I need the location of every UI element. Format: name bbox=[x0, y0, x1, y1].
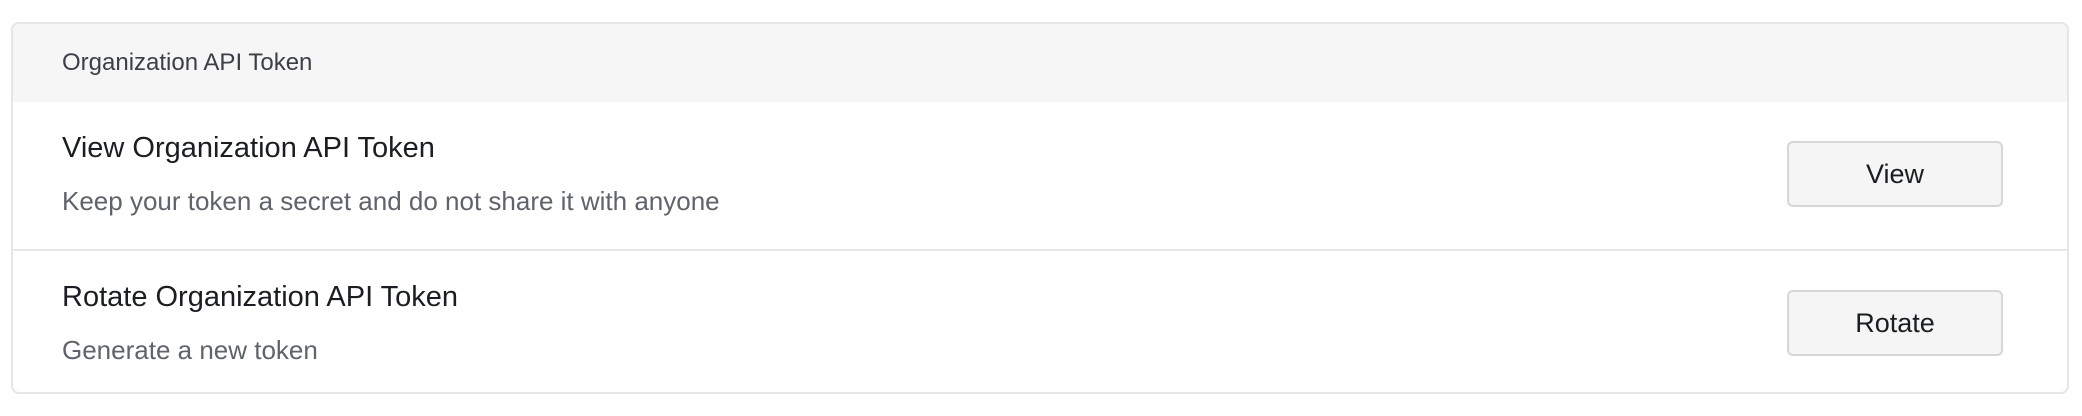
panel-header: Organization API Token bbox=[13, 24, 2067, 102]
api-token-panel: Organization API Token View Organization… bbox=[11, 22, 2069, 394]
rotate-token-title: Rotate Organization API Token bbox=[62, 281, 459, 313]
rotate-token-description: Generate a new token bbox=[62, 335, 318, 365]
view-token-title: View Organization API Token bbox=[62, 132, 435, 164]
view-token-description: Keep your token a secret and do not shar… bbox=[62, 186, 720, 216]
rotate-token-button[interactable]: Rotate bbox=[1787, 290, 2003, 356]
view-token-row: View Organization API Token Keep your to… bbox=[13, 102, 2067, 249]
rotate-token-row: Rotate Organization API Token Generate a… bbox=[13, 249, 2067, 392]
panel-header-title: Organization API Token bbox=[62, 49, 313, 76]
view-token-button[interactable]: View bbox=[1787, 141, 2003, 207]
